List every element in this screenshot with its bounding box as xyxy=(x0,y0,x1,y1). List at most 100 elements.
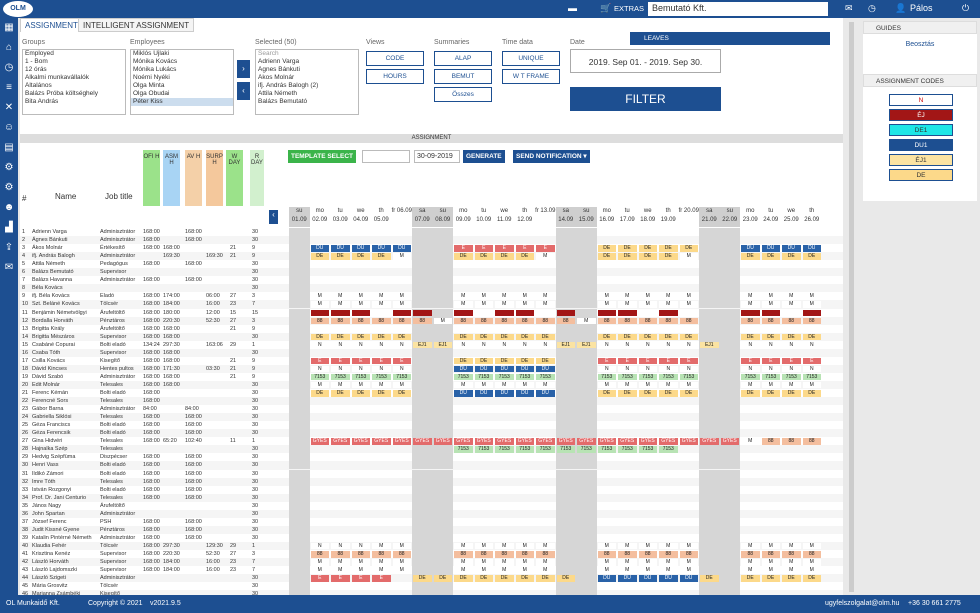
assignment-cell[interactable]: N xyxy=(679,365,698,373)
assignment-cell[interactable]: M xyxy=(597,542,616,550)
assignment-cell[interactable]: 7153 xyxy=(679,373,698,381)
assignment-cell[interactable]: N xyxy=(659,341,678,349)
assignment-cell[interactable]: M xyxy=(536,253,555,260)
assignment-cell[interactable]: E xyxy=(659,357,678,365)
assignment-cell[interactable]: DE xyxy=(618,390,637,397)
assignment-cell[interactable]: M xyxy=(741,567,760,574)
assignment-cell[interactable]: N xyxy=(515,341,534,349)
assignment-cell[interactable]: 7153 xyxy=(351,373,370,381)
assignment-cell[interactable]: 7153 xyxy=(597,446,616,453)
assignment-cell[interactable]: E xyxy=(351,575,370,582)
building-icon[interactable]: ⌂ xyxy=(0,38,18,58)
assignment-cell[interactable]: GYES xyxy=(454,438,473,445)
table-row[interactable]: 39 Katalin Pintérné Németh Adminisztrátor 1… xyxy=(20,533,843,542)
assignment-cell[interactable]: N xyxy=(351,542,370,550)
assignment-cell[interactable]: M xyxy=(454,542,473,550)
table-row[interactable]: 29 Hedvig Szépfüma Diszpécser 168:00 168:00 3… xyxy=(20,453,843,462)
company-select[interactable]: Bemutató Kft. xyxy=(648,2,828,16)
assignment-cell[interactable]: 88 xyxy=(618,317,637,325)
table-row[interactable]: 37 József Ferenc PSH 168:00 168:00 30 xyxy=(20,517,843,526)
list-item[interactable]: Balázs Bemutató xyxy=(256,98,358,106)
assignment-cell[interactable]: M xyxy=(802,293,821,300)
assignment-cell[interactable]: M xyxy=(782,559,801,566)
assignment-cell[interactable]: M xyxy=(474,293,493,300)
assignment-cell[interactable]: M xyxy=(536,567,555,574)
table-row[interactable]: 10 Szt. Beláné Kovács Tölcsér 168:00 184:00 1… xyxy=(20,300,843,309)
assignment-cell[interactable]: DU xyxy=(761,245,780,252)
assignment-cell[interactable]: N xyxy=(372,365,391,373)
assignment-cell[interactable]: DE xyxy=(495,333,514,341)
extras-menu[interactable]: EXTRAS xyxy=(614,4,644,13)
assignment-cell[interactable]: GYES xyxy=(515,438,534,445)
table-row[interactable]: 11 Benjámin Németvölgyi Árufeltöltő 168:00 1… xyxy=(20,308,843,317)
assignment-cell[interactable]: 88 xyxy=(331,317,350,325)
assignment-cell[interactable]: 88 xyxy=(618,551,637,558)
list-item[interactable]: Miklós Újlaki xyxy=(131,50,233,58)
assignment-cell[interactable]: N xyxy=(761,365,780,373)
assignment-cell[interactable]: DE xyxy=(536,575,555,582)
assignment-cell[interactable]: 88 xyxy=(515,551,534,558)
assignment-cell[interactable]: DU xyxy=(331,245,350,252)
assignment-cell[interactable]: GYES xyxy=(556,438,575,445)
assignment-cell[interactable]: M xyxy=(495,301,514,308)
table-row[interactable]: 38 Judit Kissné Gyene Pénztáros 168:00 168:0… xyxy=(20,525,843,534)
assignment-cell[interactable]: DE xyxy=(597,390,616,397)
assignment-cell[interactable]: M xyxy=(536,301,555,308)
assignment-cell[interactable]: M xyxy=(454,559,473,566)
clock-nav-icon[interactable]: ◷ xyxy=(0,58,18,78)
time-wtframe-button[interactable]: W T FRAME xyxy=(502,69,560,84)
assignment-cell[interactable]: DE xyxy=(741,575,760,582)
assignment-cell[interactable]: DU xyxy=(392,245,411,252)
assignment-cell[interactable]: DE xyxy=(802,333,821,341)
assignment-cell[interactable]: 88 xyxy=(802,317,821,325)
assignment-cell[interactable]: E xyxy=(372,357,391,365)
assignment-cell[interactable]: M xyxy=(597,301,616,308)
assignment-cell[interactable]: GYES xyxy=(638,438,657,445)
assignment-cell[interactable]: GYES xyxy=(474,438,493,445)
assignment-cell[interactable]: M xyxy=(659,293,678,300)
assignment-cell[interactable]: M xyxy=(310,559,329,566)
assignment-cell[interactable]: DU xyxy=(638,575,657,582)
table-row[interactable]: 8 Béla Kovács 30 xyxy=(20,284,843,293)
assignment-cell[interactable]: 7153 xyxy=(556,446,575,453)
assignment-cell[interactable]: DE xyxy=(536,357,555,365)
assignment-cell[interactable]: 88 xyxy=(782,438,801,445)
assignment-cell[interactable]: 7153 xyxy=(577,446,596,453)
assignment-cell[interactable] xyxy=(351,309,370,316)
table-row[interactable]: 25 Géza Franciscs Bolti eladó 168:00 168:00 3… xyxy=(20,421,843,430)
assignment-cell[interactable]: DE xyxy=(474,575,493,582)
assignment-cell[interactable]: 88 xyxy=(761,551,780,558)
assignment-cell[interactable]: M xyxy=(392,253,411,260)
assignment-cell[interactable]: M xyxy=(761,381,780,389)
assignment-cell[interactable]: DE xyxy=(679,333,698,341)
assignment-cell[interactable]: DE xyxy=(310,333,329,341)
assignment-cell[interactable]: GYES xyxy=(597,438,616,445)
assignment-cell[interactable]: M xyxy=(638,381,657,389)
assignment-cell[interactable]: M xyxy=(782,381,801,389)
assignment-cell[interactable]: DU xyxy=(454,365,473,373)
assignment-cell[interactable]: N xyxy=(802,341,821,349)
assignment-cell[interactable]: M xyxy=(392,542,411,550)
user-icon[interactable]: 👤 xyxy=(895,3,906,14)
assignment-cell[interactable]: DE xyxy=(454,253,473,260)
table-row[interactable]: 41 Krisztina Kenéz Supervisor 168:00 220:30 5… xyxy=(20,550,843,558)
assignment-cell[interactable]: GYES xyxy=(577,438,596,445)
assignment-cell[interactable]: 7153 xyxy=(741,373,760,381)
assignment-cell[interactable]: M xyxy=(802,559,821,566)
assignment-cell[interactable]: M xyxy=(597,567,616,574)
table-row[interactable]: 42 László Horváth Supervisor 168:00 184:00 16… xyxy=(20,558,843,567)
assignment-cell[interactable]: 88 xyxy=(351,317,370,325)
assignment-cell[interactable]: 88 xyxy=(536,317,555,325)
assignment-cell[interactable] xyxy=(310,309,329,316)
calendar-icon[interactable]: ▦ xyxy=(0,18,18,38)
assignment-cell[interactable]: DE xyxy=(782,575,801,582)
assignment-cell[interactable]: M xyxy=(474,567,493,574)
assignment-cell[interactable]: DE xyxy=(556,575,575,582)
assignment-cell[interactable]: M xyxy=(310,567,329,574)
assignment-cell[interactable]: DU xyxy=(536,365,555,373)
assignment-cell[interactable]: DU xyxy=(495,390,514,397)
assignment-cell[interactable]: 88 xyxy=(536,551,555,558)
tab-intelligent-assignment[interactable]: INTELLIGENT ASSIGNMENT xyxy=(78,18,195,32)
assignment-cell[interactable]: DU xyxy=(372,245,391,252)
assignment-cell[interactable]: 7153 xyxy=(536,373,555,381)
